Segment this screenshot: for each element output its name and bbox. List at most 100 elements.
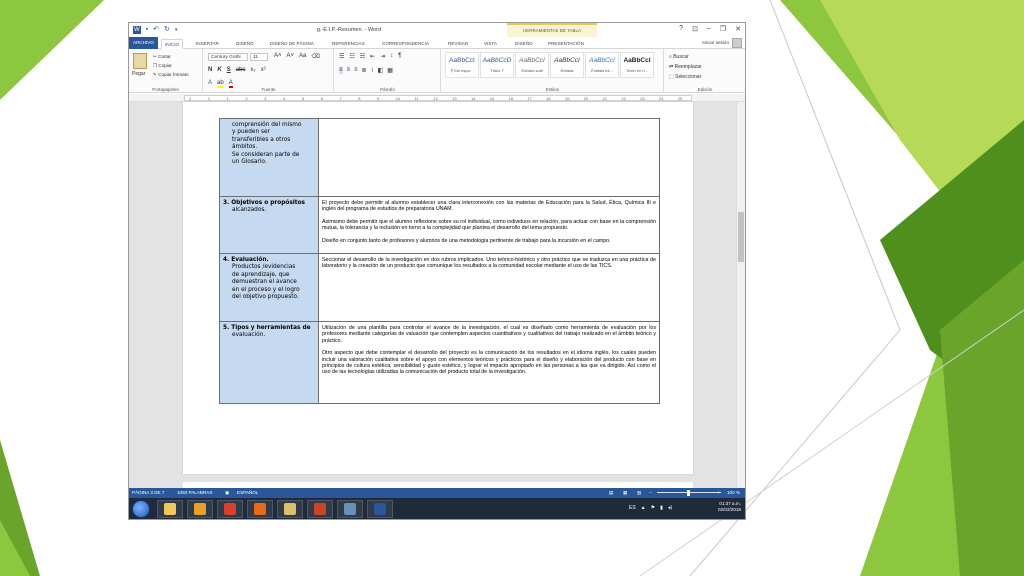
tab-mailings[interactable]: CORRESPONDENCIA: [379, 39, 432, 49]
subscript-icon[interactable]: x₂: [250, 67, 255, 73]
label-cell[interactable]: 5. Tipos y herramientas de evaluación.: [219, 321, 319, 405]
network-icon[interactable]: ▮: [660, 505, 663, 511]
zoom-level[interactable]: 100 %: [727, 488, 740, 498]
ribbon-display-icon[interactable]: ⊡: [692, 25, 698, 33]
start-button[interactable]: [132, 500, 150, 518]
align-right-icon[interactable]: ≡: [354, 67, 358, 74]
show-hidden-icon[interactable]: ▲: [641, 505, 646, 511]
style-bold-text[interactable]: AaBbCcI Texto en n...: [620, 52, 654, 78]
find-button[interactable]: ⌕ Buscar: [669, 52, 702, 62]
increase-indent-icon[interactable]: ⇥: [380, 53, 385, 60]
italic-icon[interactable]: K: [217, 67, 221, 73]
print-layout-icon[interactable]: ▦: [623, 488, 627, 498]
minimize-button[interactable]: –: [707, 25, 711, 33]
clear-format-icon[interactable]: ⌫: [311, 53, 319, 60]
redo-icon[interactable]: ↻: [164, 26, 170, 34]
line-spacing-icon[interactable]: ↨: [371, 67, 374, 74]
align-center-icon[interactable]: ≡: [347, 67, 351, 74]
taskbar-button[interactable]: [337, 500, 363, 518]
style-intense-emphasis[interactable]: AaBbCcI Énfasis int...: [585, 52, 619, 78]
content-cell[interactable]: Seccionar el desarrollo de la investigac…: [318, 253, 660, 323]
multilevel-list-icon[interactable]: ☵: [360, 53, 365, 60]
tab-home[interactable]: INICIO: [161, 39, 184, 49]
style-emphasis[interactable]: AaBbCcI Énfasis: [550, 52, 584, 78]
volume-icon[interactable]: ◂): [668, 505, 672, 511]
font-size-box[interactable]: 11: [250, 53, 268, 61]
label-cell[interactable]: 3. Objetivos o propósitos alcanzados.: [219, 195, 319, 255]
justify-icon[interactable]: ≣: [362, 67, 367, 74]
content-cell[interactable]: [318, 118, 660, 197]
language-indicator[interactable]: ESPAÑOL: [237, 488, 258, 498]
taskbar-button[interactable]: [367, 500, 393, 518]
bullets-icon[interactable]: ☰: [339, 53, 344, 60]
superscript-icon[interactable]: x²: [261, 67, 266, 73]
save-icon[interactable]: ▪: [146, 26, 148, 34]
underline-icon[interactable]: S: [227, 67, 231, 73]
select-button[interactable]: ⬚ Seleccionar: [669, 72, 702, 82]
style-heading-7[interactable]: AaBbCcD Título 7: [480, 52, 514, 78]
borders-icon[interactable]: ▦: [387, 67, 393, 74]
align-left-icon[interactable]: ≡: [339, 67, 343, 74]
shrink-font-icon[interactable]: A˅: [287, 53, 295, 60]
taskbar-button[interactable]: [307, 500, 333, 518]
style-subtle-emphasis[interactable]: AaBbCcI Énfasis sutil: [515, 52, 549, 78]
style-no-spacing[interactable]: AaBbCcI ¶ Sin espa...: [445, 52, 479, 78]
numbering-icon[interactable]: ☷: [349, 53, 354, 60]
sign-in-link[interactable]: Iniciar sesión: [702, 40, 729, 45]
show-marks-icon[interactable]: ¶: [398, 53, 401, 60]
bold-icon[interactable]: N: [208, 67, 212, 73]
content-paragraph: Utilización de una plantilla para contro…: [322, 325, 656, 344]
tab-page-layout[interactable]: DISEÑO DE PÁGINA: [267, 39, 317, 49]
customize-qat-icon[interactable]: ▾: [175, 26, 178, 34]
tab-insert[interactable]: INSERTAR: [193, 39, 222, 49]
web-layout-icon[interactable]: ▥: [637, 488, 641, 498]
taskbar-button[interactable]: [157, 500, 183, 518]
maximize-button[interactable]: ❐: [720, 25, 726, 33]
content-cell[interactable]: Utilización de una plantilla para contro…: [318, 321, 660, 405]
tab-table-layout[interactable]: PRESENTACIÓN: [545, 39, 587, 49]
taskbar-button[interactable]: [217, 500, 243, 518]
zoom-out-icon[interactable]: −: [649, 488, 652, 498]
tab-file[interactable]: ARCHIVO: [129, 37, 158, 49]
tab-design[interactable]: DISEÑO: [233, 39, 257, 49]
paste-icon[interactable]: [133, 53, 147, 69]
scrollbar-thumb[interactable]: [738, 212, 744, 262]
horizontal-ruler[interactable]: 2 1 1 2 3 4 5 6 7 8 9 10 11 12 13 14 15 16 17 18 19 20 21 22 23 2…: [129, 94, 745, 102]
taskbar-button[interactable]: [247, 500, 273, 518]
clock[interactable]: 01:37 a.m. 02/02/2018: [718, 501, 741, 513]
tab-view[interactable]: VISTA: [481, 39, 500, 49]
grow-font-icon[interactable]: A˄: [274, 53, 282, 60]
label-cell[interactable]: comprensión del mismo y pueden ser transfe…: [219, 118, 319, 197]
page-count[interactable]: PÁGINA 3 DE 7: [132, 488, 164, 498]
paste-button[interactable]: Pegar: [132, 71, 145, 77]
content-cell[interactable]: El proyecto debe permitir al alumno esta…: [318, 195, 660, 255]
close-button[interactable]: ✕: [735, 25, 741, 33]
change-case-icon[interactable]: Aa: [299, 53, 306, 60]
taskbar-button[interactable]: [277, 500, 303, 518]
cut-button[interactable]: ✂ Cortar: [153, 52, 189, 61]
flag-icon[interactable]: ⚑: [651, 505, 655, 511]
zoom-in-icon[interactable]: +: [717, 488, 720, 498]
strikethrough-icon[interactable]: abc: [236, 67, 246, 73]
tab-review[interactable]: REVISAR: [445, 39, 471, 49]
copy-button[interactable]: ❐ Copiar: [153, 61, 189, 70]
word-count[interactable]: 1093 PALABRAS: [177, 488, 212, 498]
label-cell[interactable]: 4. Evaluación. Productos /evidencias de ap…: [219, 253, 319, 323]
proofing-icon[interactable]: ▣: [225, 488, 229, 498]
tab-table-design[interactable]: DISEÑO: [512, 39, 536, 49]
language-indicator-tray[interactable]: ES: [629, 505, 636, 511]
format-painter-button[interactable]: ✎ Copiar formato: [153, 70, 189, 79]
read-mode-icon[interactable]: ▤: [609, 488, 613, 498]
shading-icon[interactable]: ◧: [378, 67, 384, 74]
vertical-scrollbar[interactable]: [736, 102, 745, 488]
tab-references[interactable]: REFERENCIAS: [329, 39, 368, 49]
decrease-indent-icon[interactable]: ⇤: [370, 53, 375, 60]
sort-icon[interactable]: ↕: [390, 53, 393, 60]
font-name-box[interactable]: Century Gothi: [208, 53, 248, 61]
avatar[interactable]: [732, 38, 742, 48]
taskbar-button[interactable]: [187, 500, 213, 518]
replace-button[interactable]: ⇄ Reemplazar: [669, 62, 702, 72]
help-icon[interactable]: ?: [679, 25, 683, 33]
undo-icon[interactable]: ↶: [153, 26, 159, 34]
zoom-slider-handle[interactable]: [687, 490, 690, 496]
